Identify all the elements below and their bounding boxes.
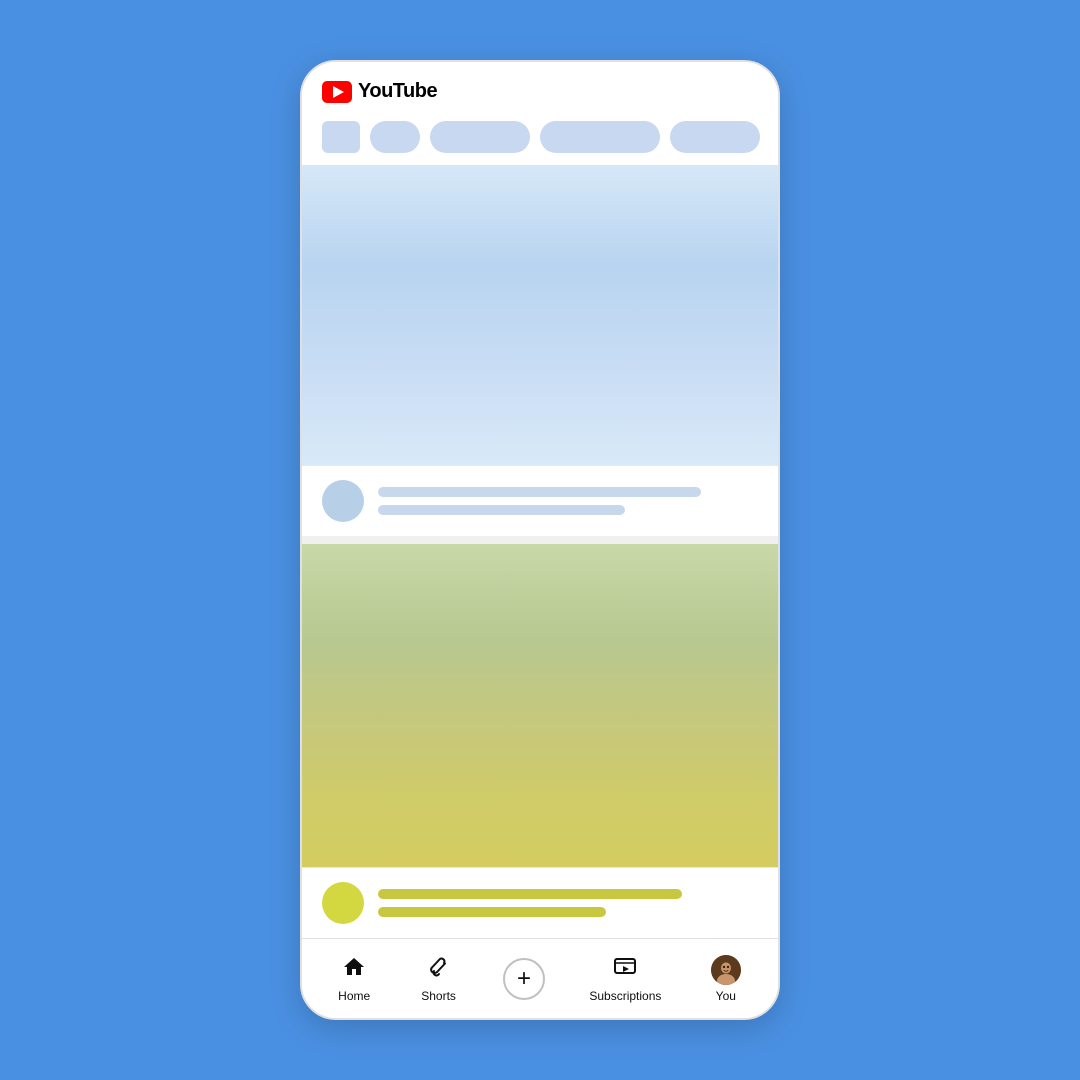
content-area	[302, 165, 778, 938]
nav-item-shorts[interactable]: Shorts	[409, 949, 469, 1009]
video-thumbnail-1[interactable]	[302, 165, 778, 465]
nav-label-home: Home	[338, 989, 370, 1003]
filter-chips-row	[302, 113, 778, 165]
filter-chip-2[interactable]	[430, 121, 530, 153]
video-thumbnail-2[interactable]	[302, 544, 778, 867]
video-meta-line-1	[378, 505, 625, 515]
app-title: YouTube	[358, 80, 437, 103]
filter-chip-3[interactable]	[540, 121, 660, 153]
channel-text-2	[378, 889, 758, 917]
nav-item-create[interactable]: +	[493, 952, 555, 1006]
filter-chip-1[interactable]	[370, 121, 420, 153]
youtube-logo: YouTube	[322, 80, 437, 103]
channel-info-1	[302, 466, 778, 536]
channel-avatar-2	[322, 882, 364, 924]
nav-label-shorts: Shorts	[421, 989, 456, 1003]
subscriptions-icon	[613, 955, 637, 985]
plus-icon: +	[517, 967, 531, 991]
shorts-icon	[427, 955, 451, 985]
channel-info-2	[302, 867, 778, 938]
home-icon	[342, 955, 366, 985]
avatar-icon	[711, 955, 741, 985]
filter-chip-0[interactable]	[322, 121, 360, 153]
nav-label-subscriptions: Subscriptions	[589, 989, 661, 1003]
phone-frame: YouTube	[300, 60, 780, 1020]
create-button[interactable]: +	[503, 958, 545, 1000]
youtube-icon	[322, 81, 352, 103]
video-title-line-1	[378, 487, 701, 497]
nav-label-you: You	[716, 989, 736, 1003]
divider-thick	[302, 536, 778, 544]
video-meta-line-2	[378, 907, 606, 917]
nav-item-you[interactable]: You	[696, 949, 756, 1009]
channel-text-1	[378, 487, 758, 515]
app-header: YouTube	[302, 62, 778, 113]
bottom-nav: Home Shorts +	[302, 938, 778, 1018]
video-title-line-2	[378, 889, 682, 899]
filter-chip-4[interactable]	[670, 121, 760, 153]
nav-item-subscriptions[interactable]: Subscriptions	[579, 949, 671, 1009]
channel-avatar-1	[322, 480, 364, 522]
nav-item-home[interactable]: Home	[324, 949, 384, 1009]
